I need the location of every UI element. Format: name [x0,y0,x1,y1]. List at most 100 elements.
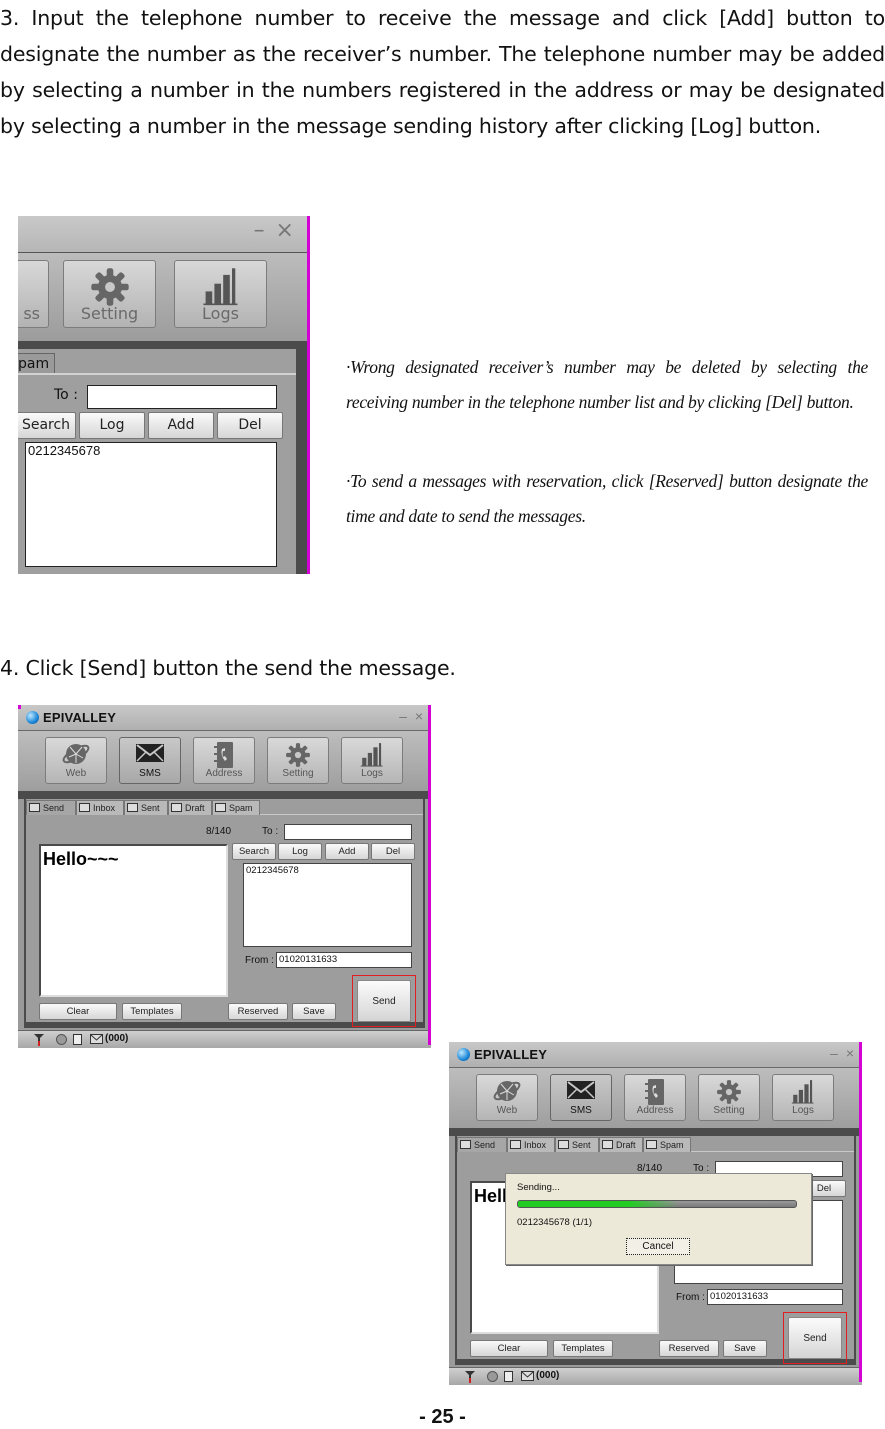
toolbar: Web SMS Address Setting Logs [449,1068,862,1128]
clear-button[interactable]: Clear [39,1003,117,1020]
dialog-detail: 0212345678 (1/1) [517,1217,593,1228]
clear-button[interactable]: Clear [470,1340,548,1357]
recipient-list[interactable]: 0212345678 [243,863,412,947]
save-button[interactable]: Save [723,1340,767,1357]
tab-send[interactable]: Send [26,800,76,815]
memory-card-icon [73,1034,82,1048]
toolbar-button-setting[interactable]: Setting [698,1074,760,1121]
tab-spam[interactable]: pam [18,353,55,373]
toolbar-button-address[interactable]: Address [624,1074,686,1121]
templates-button[interactable]: Templates [553,1340,613,1357]
recipient-item[interactable]: 0212345678 [28,443,276,459]
globe-logo-icon [457,1048,470,1061]
app-title: EPIVALLEY [474,1047,548,1062]
tab-bar: Send Inbox Sent Draft Spam [26,799,423,815]
tab-spam[interactable]: Spam [643,1137,691,1152]
inbox-icon [510,1140,521,1149]
sent-icon [127,803,138,812]
add-button[interactable]: Add [325,843,369,860]
inbox-icon [79,803,90,812]
draft-icon [171,803,182,812]
toolbar: Web SMS Address Setting Logs [18,731,431,791]
toolbar-button-logs[interactable]: Logs [341,737,403,784]
signal-icon [465,1371,475,1385]
tab-sent[interactable]: Sent [124,800,168,815]
cancel-button[interactable]: Cancel [626,1238,690,1255]
status-bar: (000) [18,1030,431,1048]
message-textarea[interactable]: Hello~~~ [39,844,228,997]
add-button[interactable]: Add [148,412,214,439]
globe-icon [493,1081,521,1101]
bar-chart-icon [360,743,383,767]
envelope-icon [521,1371,534,1384]
window-controls[interactable]: – × [830,1045,856,1061]
tab-draft[interactable]: Draft [599,1137,643,1152]
address-book-icon [645,1079,664,1105]
sending-dialog: Sending... 0212345678 (1/1) Cancel [505,1173,812,1265]
window-controls[interactable]: – × [399,708,425,724]
recipient-item[interactable]: 0212345678 [246,864,411,878]
note-reserved-send: ·To send a messages with reservation, cl… [346,471,868,526]
window-frame [296,341,307,574]
del-button[interactable]: Del [217,412,283,439]
crop-edge [428,705,431,1045]
to-label: To : [54,387,78,403]
envelope-icon [90,1034,103,1047]
window-controls[interactable]: – × [254,218,296,243]
sent-icon [558,1140,569,1149]
send-highlight: Send [352,975,416,1027]
tab-send[interactable]: Send [457,1137,507,1152]
tab-inbox[interactable]: Inbox [507,1137,555,1152]
app-title: EPIVALLEY [43,710,117,725]
message-count: (000) [105,1033,129,1044]
tab-sent[interactable]: Sent [555,1137,599,1152]
del-button[interactable]: Del [371,843,415,860]
toolbar: ss Setting Logs [18,253,310,341]
address-book-icon [214,742,233,768]
title-bar: EPIVALLEY – × [449,1042,862,1068]
log-button[interactable]: Log [79,412,145,439]
toolbar-button-sms[interactable]: SMS [119,737,181,784]
from-input[interactable]: 01020131633 [276,952,412,968]
save-button[interactable]: Save [292,1003,336,1020]
search-button[interactable]: Search [232,843,276,860]
send-button[interactable]: Send [357,980,411,1022]
from-input[interactable]: 01020131633 [707,1289,843,1305]
toolbar-button-logs[interactable]: Logs [772,1074,834,1121]
gear-icon [717,1080,741,1104]
toolbar-button-address[interactable]: ss [18,260,49,328]
toolbar-button-web[interactable]: Web [476,1074,538,1121]
memory-card-icon [504,1371,513,1385]
toolbar-button-sms[interactable]: SMS [550,1074,612,1121]
envelope-icon [567,1081,595,1099]
step-3-instructions: 3. Input the telephone number to receive… [0,6,885,138]
toolbar-button-address[interactable]: Address [193,737,255,784]
message-text: Hello~~~ [43,849,119,869]
progress-fill [518,1201,680,1207]
to-input[interactable] [284,824,412,840]
log-button[interactable]: Log [278,843,322,860]
recipient-list[interactable]: 0212345678 [25,442,277,567]
toolbar-button-setting[interactable]: Setting [63,260,156,328]
spam-icon [646,1140,657,1149]
tab-spam[interactable]: Spam [212,800,260,815]
send-panel: pam To : Search Log Add Del 0212345678 [18,349,296,574]
tab-draft[interactable]: Draft [168,800,212,815]
divider [18,791,431,799]
toolbar-button-setting[interactable]: Setting [267,737,329,784]
status-bar: (000) [449,1367,862,1385]
search-button[interactable]: Search [18,412,76,439]
reserved-button[interactable]: Reserved [228,1003,288,1020]
tab-inbox[interactable]: Inbox [76,800,124,815]
toolbar-button-logs[interactable]: Logs [174,260,267,328]
to-input[interactable] [87,385,277,409]
page-number: - 25 - [419,1406,466,1428]
toolbar-button-web[interactable]: Web [45,737,107,784]
send-panel: Send Inbox Sent Draft Spam 8/140 To : He… [26,799,423,1027]
reserved-button[interactable]: Reserved [659,1340,719,1357]
signal-icon [34,1034,44,1048]
send-button[interactable]: Send [788,1317,842,1359]
screenshot-recipient-controls: – × ss Setting Logs pam To: Search Log … [18,216,310,574]
crop-edge [18,705,21,709]
templates-button[interactable]: Templates [122,1003,182,1020]
